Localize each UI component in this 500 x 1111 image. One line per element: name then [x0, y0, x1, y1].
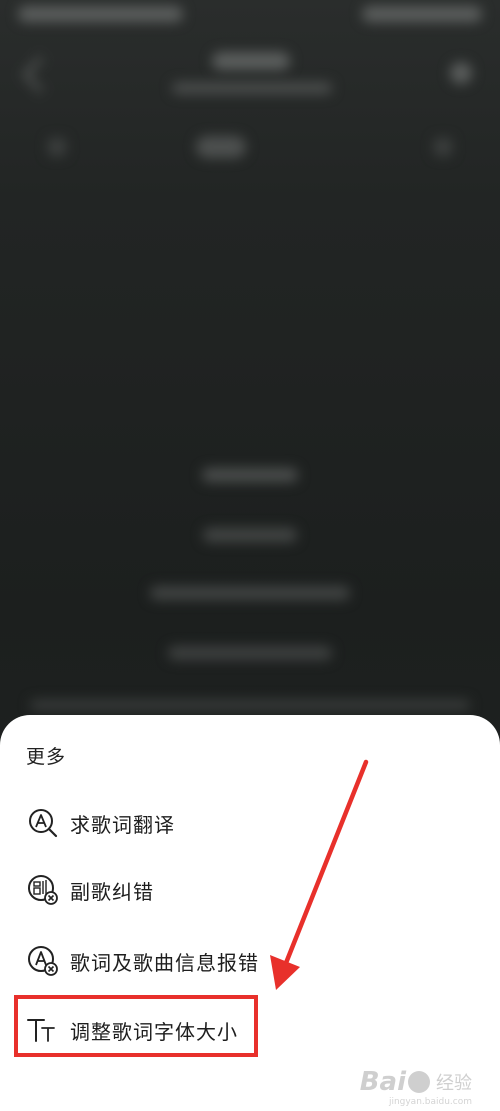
- watermark-logo: Bai: [359, 1067, 406, 1097]
- menu-item-label: 求歌词翻译: [70, 812, 175, 837]
- artist-blurred: [172, 82, 332, 94]
- lyric-line: [150, 586, 350, 600]
- lyric-line: [168, 646, 332, 660]
- next-page-icon: [434, 138, 452, 156]
- lyric-line: [202, 468, 298, 482]
- lyrics-error-report-icon: [26, 944, 60, 978]
- song-title-blurred: [212, 52, 290, 70]
- translate-search-icon: [26, 806, 60, 840]
- menu-item-chorus-correction[interactable]: 副歌纠错: [26, 860, 466, 920]
- tag-blurred: [196, 136, 246, 158]
- prev-page-icon: [48, 138, 66, 156]
- watermark-url: jingyan.baidu.com: [388, 1097, 472, 1107]
- baidu-jingyan-watermark: Bai 经验 jingyan.baidu.com: [359, 1067, 472, 1107]
- back-icon: [22, 56, 59, 93]
- share-icon: [450, 62, 472, 84]
- lyric-line: [30, 700, 470, 710]
- lyric-line: [203, 528, 297, 542]
- watermark-text: 经验: [436, 1073, 472, 1094]
- paw-icon: [408, 1071, 430, 1093]
- status-bar: [18, 6, 482, 28]
- menu-item-label: 歌词及歌曲信息报错: [70, 950, 259, 975]
- menu-item-translate-request[interactable]: 求歌词翻译: [26, 793, 466, 853]
- menu-item-label: 副歌纠错: [70, 879, 154, 904]
- chorus-correct-icon: [26, 873, 60, 907]
- sheet-title: 更多: [26, 746, 67, 768]
- menu-item-lyrics-error-report[interactable]: 歌词及歌曲信息报错: [26, 931, 466, 991]
- annotation-highlight-box: [14, 995, 258, 1057]
